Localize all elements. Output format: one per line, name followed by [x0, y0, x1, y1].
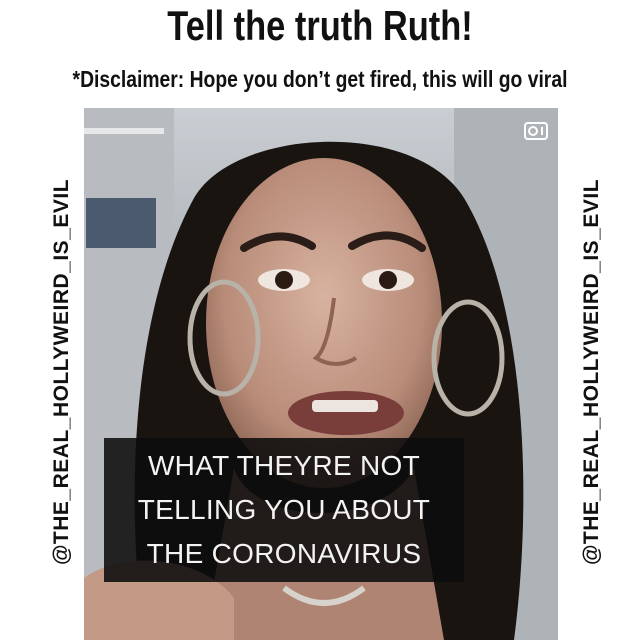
- disclaimer-text: *Disclaimer: Hope you don’t get fired, t…: [72, 66, 568, 92]
- caption-line-2: TELLING YOU ABOUT: [137, 494, 431, 525]
- watermark-right-text: @THE_REAL_HOLLYWEIRD_IS_EVIL: [580, 178, 603, 566]
- caption-line-1: WHAT THEYRE NOT: [147, 450, 421, 481]
- watermark-right: @THE_REAL_HOLLYWEIRD_IS_EVIL: [572, 112, 612, 632]
- caption-line-3: THE CORONAVIRUS: [146, 538, 422, 569]
- watermark-left: @THE_REAL_HOLLYWEIRD_IS_EVIL: [42, 112, 82, 632]
- watermark-left-text: @THE_REAL_HOLLYWEIRD_IS_EVIL: [50, 178, 73, 566]
- video-caption-box: WHAT THEYRE NOT TELLING YOU ABOUT THE CO…: [104, 438, 464, 582]
- video-frame[interactable]: WHAT THEYRE NOT TELLING YOU ABOUT THE CO…: [84, 108, 558, 640]
- igtv-icon[interactable]: [524, 122, 548, 140]
- meme-title: Tell the truth Ruth!: [167, 2, 473, 49]
